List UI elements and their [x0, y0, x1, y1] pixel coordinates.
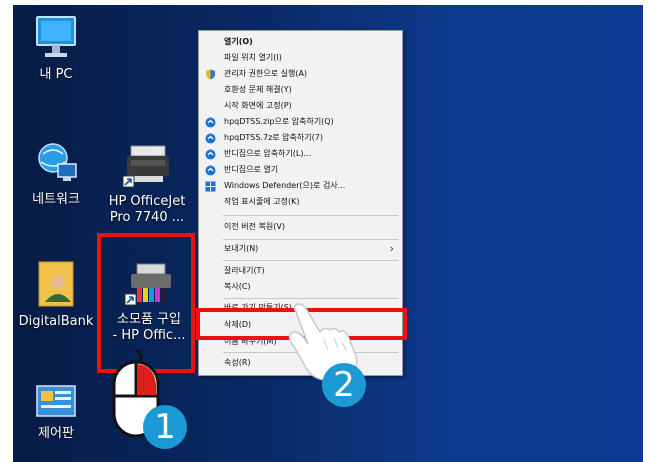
- menu-item-label: 작업 표시줄에 고정(K): [224, 197, 300, 206]
- step-2-badge: 2: [322, 363, 366, 407]
- menu-separator: [223, 239, 398, 240]
- step-1-badge: 1: [143, 405, 187, 449]
- menu-item-run-as-admin[interactable]: 관리자 권한으로 실행(A): [199, 67, 402, 81]
- menu-item-label: hpqDTSS.7z로 압축하기(7): [224, 133, 323, 142]
- menu-separator: [223, 260, 398, 261]
- network-icon: [38, 143, 77, 181]
- bandizip-icon: [205, 133, 216, 144]
- menu-item-label: 반디집으로 압축하기(L)...: [224, 149, 312, 158]
- menu-item-open-file-location[interactable]: 파일 위치 열기(I): [199, 51, 402, 65]
- desktop-icon-label: 네트워크: [32, 192, 80, 207]
- menu-item-send-to[interactable]: 보내기(N) ›: [199, 242, 402, 256]
- desktop-icon-digitalbank[interactable]: DigitalBank: [13, 258, 99, 330]
- defender-icon: [205, 181, 216, 192]
- menu-item-label: 잘라내기(T): [224, 266, 265, 275]
- menu-item-copy[interactable]: 복사(C): [199, 280, 402, 294]
- menu-item-compress-bandizip[interactable]: 반디집으로 압축하기(L)...: [199, 147, 402, 161]
- menu-item-label: 호환성 문제 해결(Y): [224, 85, 292, 94]
- shield-icon: [206, 69, 215, 80]
- desktop-icon-label: 제어판: [38, 426, 74, 441]
- menu-item-label: 속성(R): [224, 358, 251, 367]
- user-folder-icon: [38, 261, 74, 307]
- menu-item-pin-to-start[interactable]: 시작 화면에 고정(P): [199, 99, 402, 113]
- menu-item-label: 열기(O): [224, 37, 253, 46]
- menu-item-pin-to-taskbar[interactable]: 작업 표시줄에 고정(K): [199, 195, 402, 209]
- desktop-icon-label: HP OfficeJet Pro 7740 ...: [108, 194, 186, 225]
- menu-item-cut[interactable]: 잘라내기(T): [199, 264, 402, 278]
- desktop-icon-hp-officejet[interactable]: HP OfficeJet Pro 7740 ...: [104, 140, 190, 226]
- menu-item-label: 시작 화면에 고정(P): [224, 101, 292, 110]
- bandizip-icon: [205, 165, 216, 176]
- bandizip-icon: [205, 149, 216, 160]
- menu-item-label: Windows Defender(으)로 검사...: [224, 181, 346, 190]
- menu-item-label: hpqDTSS.zip으로 압축하기(Q): [224, 117, 334, 126]
- menu-item-troubleshoot-compatibility[interactable]: 호환성 문제 해결(Y): [199, 83, 402, 97]
- menu-item-label: 보내기(N): [224, 244, 259, 253]
- desktop-icon-label: 내 PC: [39, 67, 73, 82]
- menu-item-label: 복사(C): [224, 282, 251, 291]
- menu-item-defender-scan[interactable]: Windows Defender(으)로 검사...: [199, 179, 402, 193]
- desktop-icon-network[interactable]: 네트워크: [13, 140, 99, 208]
- menu-item-compress-7z[interactable]: hpqDTSS.7z로 압축하기(7): [199, 131, 402, 145]
- menu-item-open-bandizip[interactable]: 반디집으로 열기: [199, 163, 402, 177]
- chevron-right-icon: ›: [389, 242, 394, 255]
- computer-icon: [36, 16, 76, 57]
- menu-item-label: 이전 버전 복원(V): [224, 222, 285, 231]
- menu-item-label: 파일 위치 열기(I): [224, 53, 282, 62]
- menu-item-compress-zip[interactable]: hpqDTSS.zip으로 압축하기(Q): [199, 115, 402, 129]
- menu-item-label: 반디집으로 열기: [224, 165, 279, 174]
- control-panel-icon: [36, 385, 76, 417]
- screenshot: 내 PC 네트워크 HP OfficeJet Pro 7740 ... Digi…: [0, 0, 657, 462]
- menu-item-label: 관리자 권한으로 실행(A): [224, 69, 308, 78]
- menu-separator: [223, 298, 398, 299]
- menu-separator: [223, 215, 398, 216]
- desktop-icon-my-pc[interactable]: 내 PC: [13, 13, 99, 83]
- desktop-icon-label: DigitalBank: [18, 314, 94, 329]
- printer-icon: [122, 145, 169, 188]
- desktop-icon-control-panel[interactable]: 제어판: [13, 382, 99, 442]
- bandizip-icon: [205, 117, 216, 128]
- menu-item-restore-previous-versions[interactable]: 이전 버전 복원(V): [199, 220, 402, 234]
- menu-item-open[interactable]: 열기(O): [199, 35, 402, 49]
